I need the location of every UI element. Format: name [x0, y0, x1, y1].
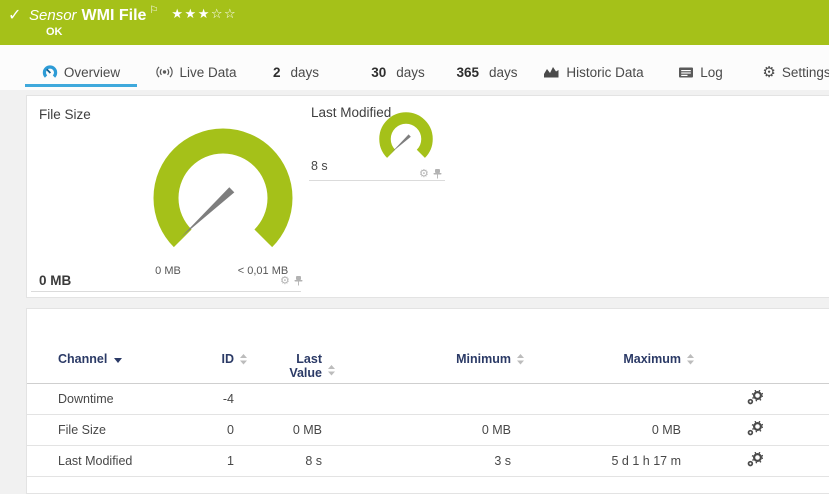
sort-arrows-icon [687, 354, 694, 368]
channel-settings-icon[interactable] [747, 421, 763, 439]
gauge-toolbar: ⚙ [419, 168, 442, 179]
channels-table: Channel ID Last Value Minimum [27, 344, 829, 477]
channels-table-panel: Channel ID Last Value Minimum [26, 308, 829, 494]
tab-number: 30 [371, 65, 386, 80]
cell-maximum: 5 d 1 h 17 m [511, 446, 681, 477]
sensor-type-label: Sensor [29, 7, 77, 24]
tab-label: Log [700, 65, 723, 80]
tab-label: Settings [782, 65, 829, 80]
divider [31, 291, 301, 292]
cell-minimum: 3 s [322, 446, 511, 477]
gauge-needle [391, 134, 410, 152]
column-header-maximum[interactable]: Maximum [511, 344, 681, 384]
column-header-id[interactable]: ID [177, 344, 234, 384]
gear-icon[interactable]: ⚙ [419, 168, 429, 179]
tab-settings[interactable]: ⚙ Settings [764, 58, 829, 86]
column-label: Channel [58, 352, 107, 366]
tab-number: 2 [273, 65, 281, 80]
channel-value-file-size: 0 MB [39, 273, 71, 288]
status-badge: OK [46, 26, 63, 38]
pin-icon[interactable] [433, 169, 442, 179]
channel-title-file-size: File Size [39, 107, 91, 122]
table-header-row: Channel ID Last Value Minimum [27, 344, 829, 384]
last-modified-gauge[interactable] [375, 109, 437, 176]
tab-label: days [291, 65, 320, 80]
column-header-channel[interactable]: Channel [27, 344, 177, 384]
tab-overview[interactable]: Overview [25, 58, 137, 86]
column-label: ID [222, 352, 235, 366]
active-tab-underline [25, 84, 137, 87]
gauge-toolbar: ⚙ [280, 275, 303, 286]
cell-minimum [322, 384, 511, 415]
tab-historic-data[interactable]: Historic Data [546, 58, 641, 86]
tab-log[interactable]: Log [678, 58, 723, 86]
flag-icon[interactable]: ⚐ [149, 5, 158, 16]
gauge-min-label: 0 MB [138, 265, 198, 277]
log-icon [678, 66, 694, 79]
cell-minimum: 0 MB [322, 415, 511, 446]
cell-last-value [234, 384, 322, 415]
gauge-needle [181, 187, 235, 237]
column-header-actions [681, 344, 829, 384]
cell-channel: Downtime [27, 384, 177, 415]
channel-value-last-modified: 8 s [311, 159, 328, 173]
column-label: Maximum [623, 352, 681, 366]
column-label: Minimum [456, 352, 511, 366]
cell-id: -4 [177, 384, 234, 415]
tab-365-days[interactable]: 365 days [453, 58, 521, 86]
tab-bar: Overview Live Data 2 days 30 days 365 da… [0, 45, 829, 90]
table-row: Last Modified 1 8 s 3 s 5 d 1 h 17 m [27, 446, 829, 477]
cell-id: 0 [177, 415, 234, 446]
column-header-minimum[interactable]: Minimum [322, 344, 511, 384]
cell-maximum: 0 MB [511, 415, 681, 446]
file-size-gauge[interactable] [147, 122, 299, 279]
area-chart-icon [543, 65, 560, 79]
cell-id: 1 [177, 446, 234, 477]
cell-maximum [511, 384, 681, 415]
tab-label: days [489, 65, 518, 80]
gauge-ring [166, 141, 280, 238]
tab-2-days[interactable]: 2 days [273, 58, 319, 86]
sort-arrows-icon [517, 354, 524, 368]
channel-settings-icon[interactable] [747, 390, 763, 408]
cell-channel: Last Modified [27, 446, 177, 477]
sensor-title: Sensor WMI File⚐ ★★★☆☆ [29, 5, 237, 25]
stars-empty[interactable]: ☆☆ [211, 7, 237, 22]
gauge-ring [385, 118, 427, 154]
stars-filled[interactable]: ★★★ [171, 7, 210, 22]
cell-channel: File Size [27, 415, 177, 446]
tab-live-data[interactable]: Live Data [160, 58, 233, 86]
sort-arrows-icon [240, 354, 247, 368]
tab-label: Live Data [179, 65, 236, 80]
divider [309, 180, 445, 181]
pin-icon[interactable] [294, 276, 303, 286]
check-icon: ✓ [8, 5, 21, 24]
table-row: File Size 0 0 MB 0 MB 0 MB [27, 415, 829, 446]
tab-label: Overview [64, 65, 120, 80]
sensor-header: ✓ Sensor WMI File⚐ ★★★☆☆ OK [0, 0, 829, 45]
channel-settings-icon[interactable] [747, 452, 763, 470]
tab-label: days [396, 65, 425, 80]
gauges-panel: File Size 0 MB < 0,01 MB ⚙ 0 MB Last Mod… [26, 95, 829, 298]
column-label: Last [296, 352, 322, 366]
column-label: Value [289, 366, 322, 380]
gauge-icon [42, 64, 58, 80]
gear-icon: ⚙ [762, 65, 775, 80]
broadcast-icon [156, 65, 173, 79]
tab-number: 365 [456, 65, 479, 80]
star-rating[interactable]: ★★★☆☆ [171, 7, 237, 22]
cell-last-value: 8 s [234, 446, 322, 477]
table-row: Downtime -4 [27, 384, 829, 415]
sort-desc-icon [114, 358, 122, 363]
column-header-last-value[interactable]: Last Value [234, 344, 322, 384]
sort-arrows-icon [328, 365, 335, 379]
sensor-name: WMI File [82, 7, 147, 24]
gear-icon[interactable]: ⚙ [280, 275, 290, 286]
cell-last-value: 0 MB [234, 415, 322, 446]
tab-label: Historic Data [566, 65, 643, 80]
tab-30-days[interactable]: 30 days [373, 58, 423, 86]
